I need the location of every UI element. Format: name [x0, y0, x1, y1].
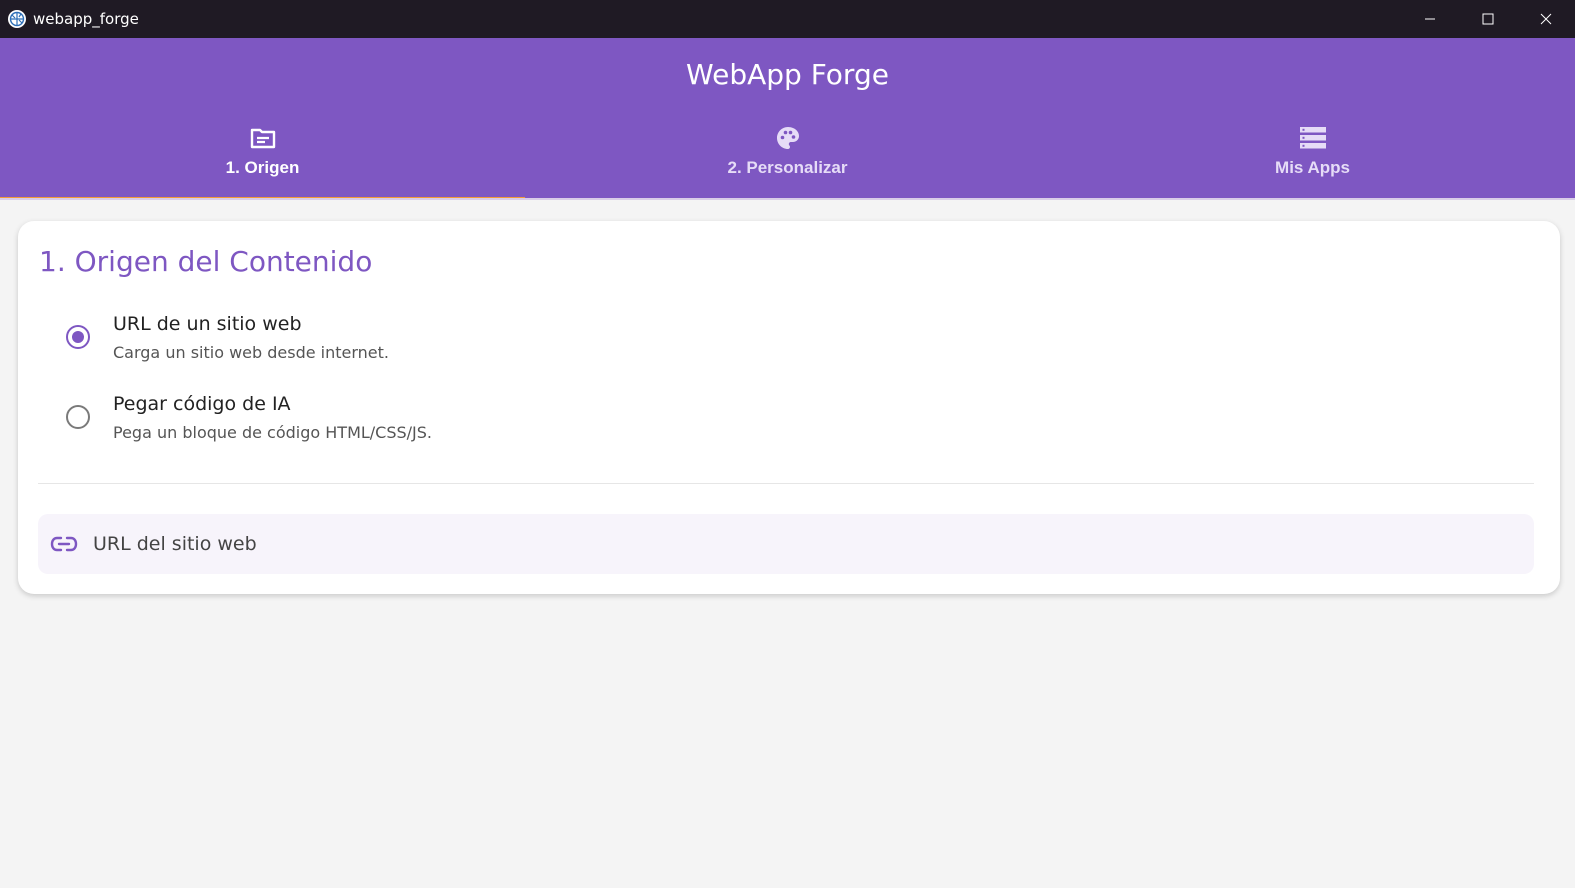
app-title: WebApp Forge — [686, 58, 889, 91]
option-codigo-ia[interactable]: Pegar código de IA Pega un bloque de cód… — [56, 393, 656, 457]
tab-origen-label: 1. Origen — [225, 158, 300, 177]
radio-codigo-ia[interactable] — [66, 405, 90, 429]
window-title: webapp_forge — [33, 10, 139, 28]
tab-personalizar[interactable]: 2. Personalizar — [525, 118, 1050, 198]
folder-icon — [249, 124, 277, 152]
minimize-icon — [1425, 18, 1435, 20]
tab-mis-apps[interactable]: Mis Apps — [1050, 118, 1575, 198]
close-icon — [1540, 13, 1552, 25]
tab-origen[interactable]: 1. Origen — [0, 118, 525, 200]
palette-icon — [774, 124, 802, 152]
option-codigo-ia-title: Pegar código de IA — [113, 393, 291, 415]
option-url-subtitle: Carga un sitio web desde internet. — [113, 343, 389, 362]
option-url[interactable]: URL de un sitio web Carga un sitio web d… — [56, 313, 656, 377]
card-title: 1. Origen del Contenido — [39, 245, 373, 278]
storage-icon — [1299, 124, 1327, 152]
radio-url[interactable] — [66, 325, 90, 349]
window-titlebar[interactable]: webapp_forge — [0, 0, 1575, 38]
minimize-button[interactable] — [1401, 0, 1459, 38]
tab-bar-divider — [0, 198, 1575, 200]
url-input-placeholder: URL del sitio web — [93, 533, 257, 555]
option-codigo-ia-subtitle: Pega un bloque de código HTML/CSS/JS. — [113, 423, 433, 442]
tab-bar: 1. Origen 2. Personalizar Mis Apps — [0, 118, 1575, 200]
window-controls — [1401, 0, 1575, 38]
app-globe-icon — [7, 9, 27, 29]
url-input[interactable]: URL del sitio web — [38, 514, 1534, 574]
close-button[interactable] — [1517, 0, 1575, 38]
tab-personalizar-label: 2. Personalizar — [727, 158, 848, 177]
maximize-button[interactable] — [1459, 0, 1517, 38]
origin-card: 1. Origen del Contenido URL de un sitio … — [18, 221, 1560, 594]
maximize-icon — [1482, 13, 1494, 25]
link-icon — [50, 530, 78, 558]
tab-mis-apps-label: Mis Apps — [1275, 158, 1350, 177]
app-bar: WebApp Forge 1. Origen 2. Personalizar M… — [0, 38, 1575, 200]
option-url-title: URL de un sitio web — [113, 313, 302, 335]
card-divider — [38, 483, 1534, 484]
